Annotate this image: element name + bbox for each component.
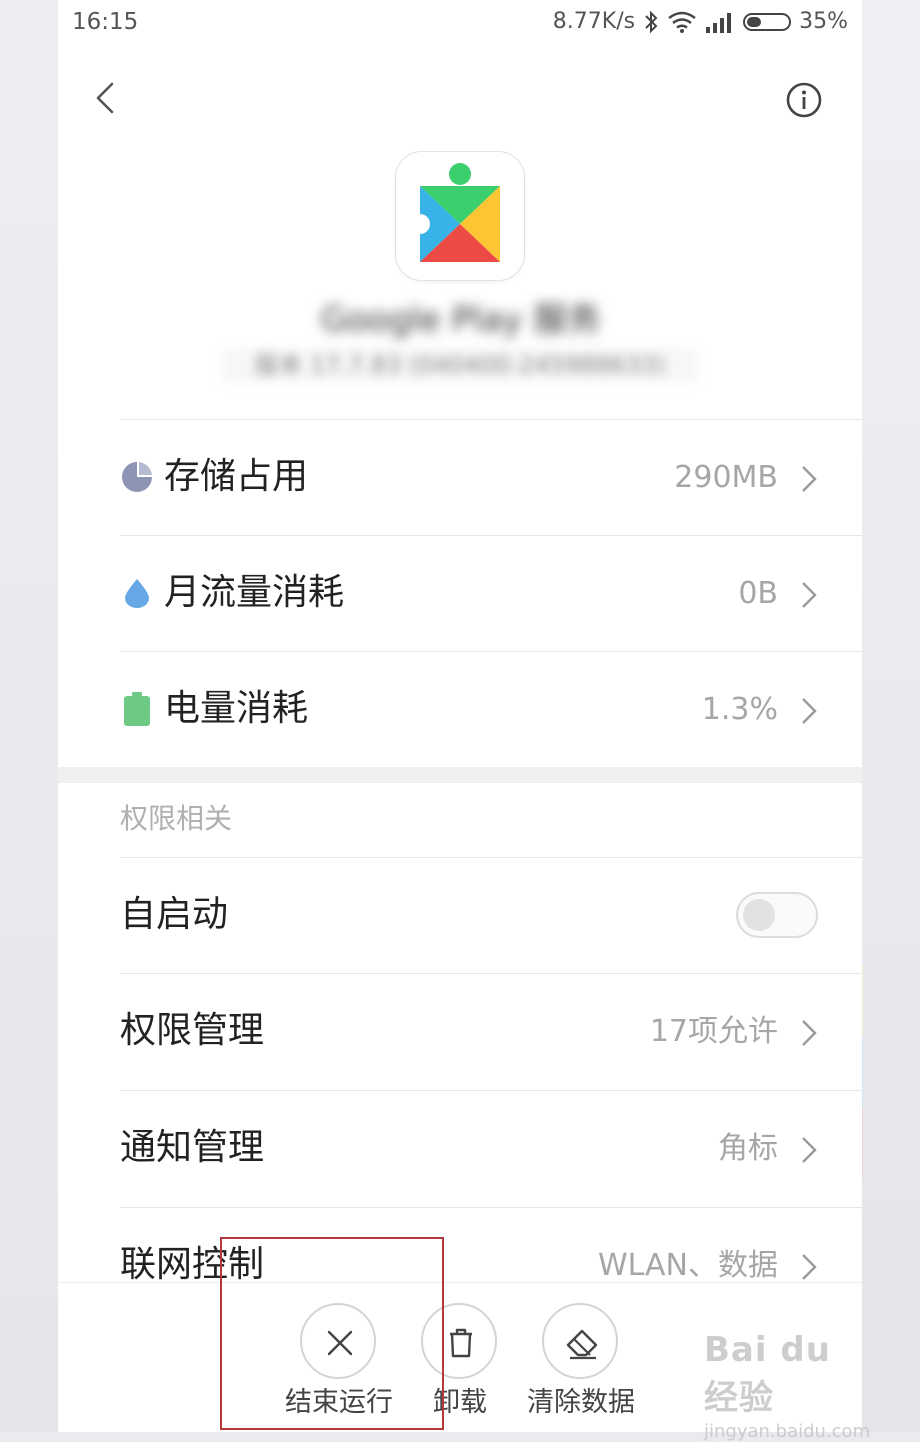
data-usage-label: 月流量消耗 (164, 572, 345, 613)
autostart-row: 自启动 (120, 857, 862, 973)
net-speed: 8.77K/s (552, 9, 636, 34)
storage-row[interactable]: 存储占用 290MB (120, 419, 862, 535)
clear-data-button[interactable]: 清除数据 (511, 1303, 651, 1432)
battery-usage-row[interactable]: 电量消耗 1.3% (120, 651, 862, 767)
storage-pie-icon (122, 462, 152, 492)
status-right-group: 8.77K/s 35% (553, 9, 848, 34)
google-play-services-icon (410, 163, 500, 262)
background-right (862, 0, 920, 1432)
chevron-right-icon (802, 1254, 817, 1280)
permissions-section-title: 权限相关 (120, 802, 233, 835)
chevron-right-icon (802, 1020, 817, 1046)
info-button[interactable] (784, 80, 824, 120)
chevron-right-icon (802, 582, 817, 608)
clear-data-label: 清除数据 (527, 1387, 635, 1418)
network-control-value: WLAN、数据 (597, 1248, 778, 1283)
watermark-brand: Bai du 经验 (704, 1330, 831, 1418)
signal-icon (706, 12, 732, 33)
annotation-highlight-box (220, 1237, 444, 1430)
battery-usage-label: 电量消耗 (164, 688, 309, 729)
battery-indicator (743, 12, 792, 31)
trash-icon (450, 1328, 472, 1358)
background-left (0, 0, 58, 1432)
battery-percent: 35% (799, 9, 848, 34)
notification-management-value: 角标 (718, 1131, 778, 1166)
autostart-label: 自启动 (120, 894, 229, 935)
data-usage-value: 0B (738, 576, 778, 611)
data-usage-row[interactable]: 月流量消耗 0B (120, 535, 862, 651)
toggle-knob (743, 899, 775, 931)
permission-management-row[interactable]: 权限管理 17项允许 (120, 973, 862, 1089)
phone-screen: 16:15 8.77K/s 35% Google Play 服务 版本 17.7… (58, 0, 862, 1432)
battery-usage-value: 1.3% (701, 692, 778, 727)
notification-management-label: 通知管理 (120, 1127, 265, 1168)
battery-icon (124, 692, 150, 726)
storage-label: 存储占用 (164, 456, 309, 497)
storage-value: 290MB (674, 460, 778, 495)
bluetooth-icon (645, 10, 658, 33)
back-button[interactable] (88, 78, 128, 118)
section-divider (58, 767, 862, 783)
chevron-right-icon (802, 466, 817, 492)
app-version: 版本 17.7.83 (040400-245988633) (222, 348, 698, 382)
status-time: 16:15 (72, 9, 139, 35)
wifi-icon (668, 11, 696, 33)
permission-management-label: 权限管理 (120, 1010, 265, 1051)
eraser-icon (566, 1329, 598, 1360)
baidu-watermark: Bai du 经验 jingyan.baidu.com (704, 1330, 874, 1442)
data-drop-icon (125, 579, 149, 608)
chevron-right-icon (802, 698, 817, 724)
app-icon (396, 152, 524, 280)
permission-management-value: 17项允许 (649, 1014, 778, 1049)
app-name: Google Play 服务 (320, 300, 602, 340)
chevron-right-icon (802, 1137, 817, 1163)
status-bar: 16:15 8.77K/s 35% (58, 0, 862, 46)
autostart-toggle[interactable] (736, 892, 818, 938)
notification-management-row[interactable]: 通知管理 角标 (120, 1090, 862, 1206)
clear-data-circle (542, 1303, 618, 1379)
